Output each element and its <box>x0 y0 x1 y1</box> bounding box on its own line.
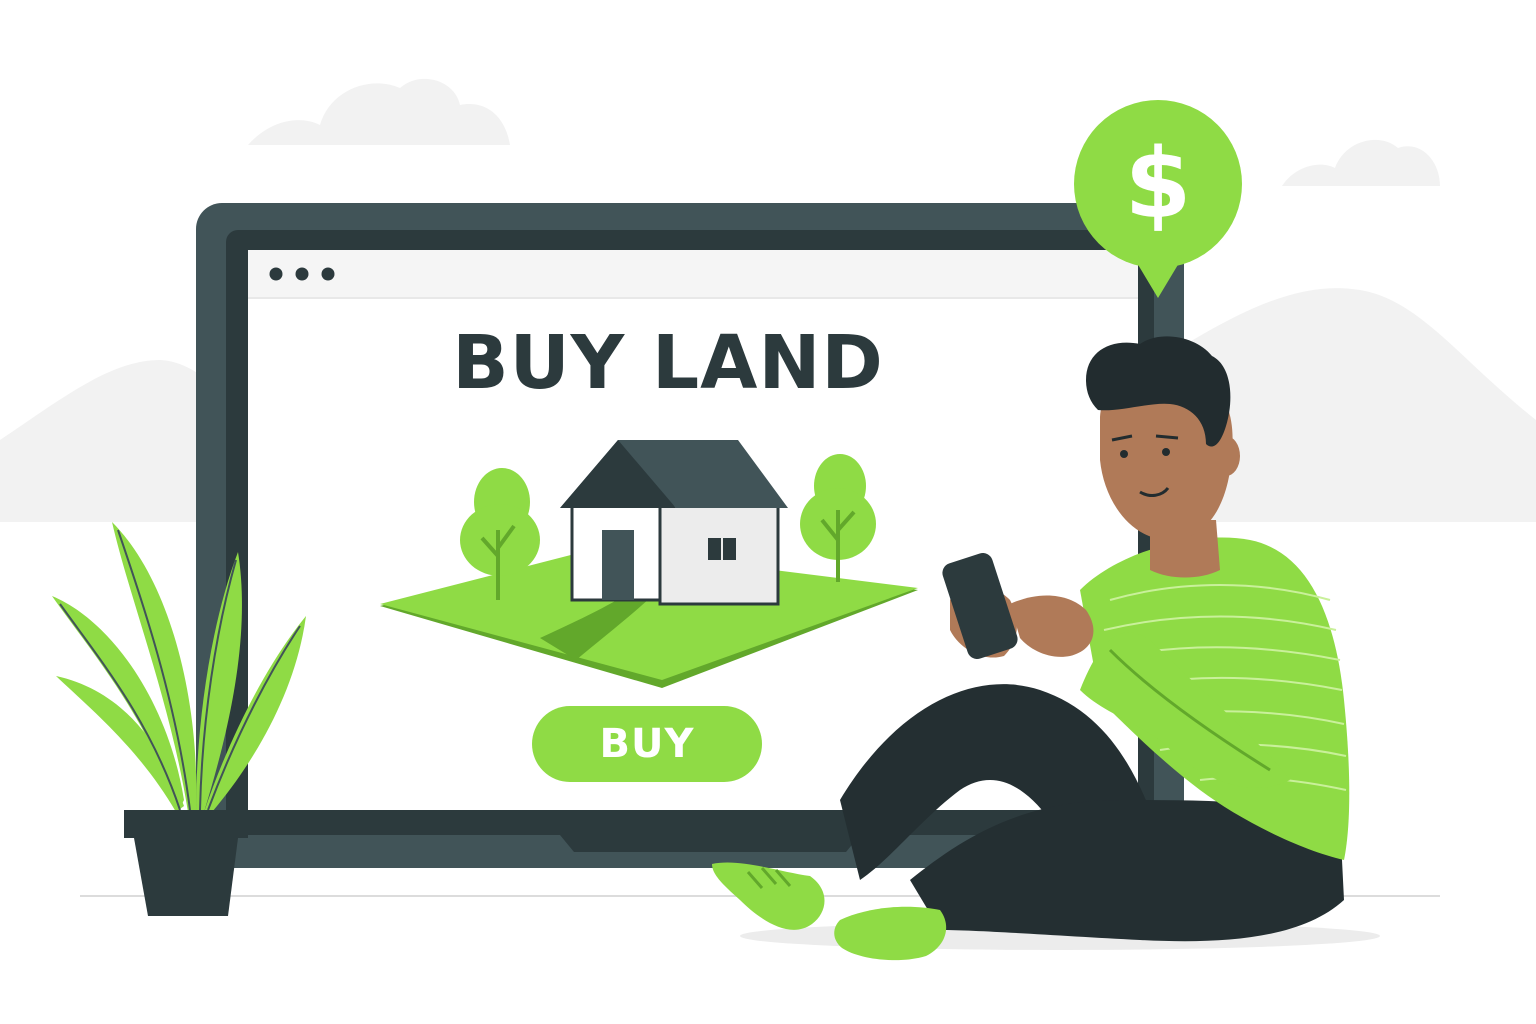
foreground-layer <box>52 336 1380 961</box>
person-illustration <box>712 336 1380 961</box>
illustration-scene: BUY LAND BUY $ <box>0 0 1536 1024</box>
potted-plant <box>52 522 306 916</box>
